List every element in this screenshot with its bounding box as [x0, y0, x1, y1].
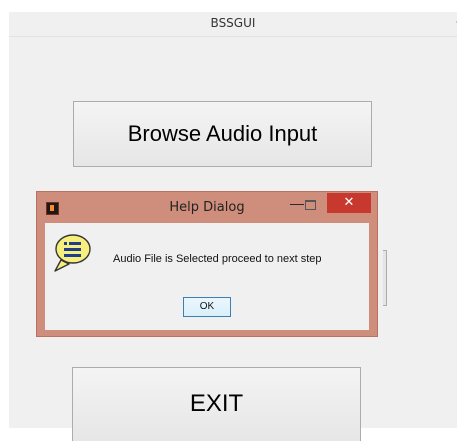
dialog-maximize-button[interactable] [305, 200, 316, 210]
dialog-message: Audio File is Selected proceed to next s… [113, 253, 322, 265]
dialog-close-button[interactable]: ✕ [327, 193, 371, 213]
obscured-button-edge [383, 250, 387, 306]
dialog-minimize-button[interactable]: — [290, 195, 304, 211]
browse-audio-input-button[interactable]: Browse Audio Input [73, 101, 372, 167]
help-dialog: Help Dialog — ✕ Audio File is Selected p… [36, 191, 378, 337]
ok-button[interactable]: OK [183, 297, 231, 317]
exit-button[interactable]: EXIT [72, 367, 361, 441]
help-speech-bubble-icon [54, 234, 91, 272]
dialog-body: Audio File is Selected proceed to next s… [45, 223, 369, 330]
main-titlebar: BSSGUI - [9, 12, 457, 37]
main-window-title: BSSGUI [210, 16, 256, 30]
help-dialog-title: Help Dialog [169, 200, 245, 215]
